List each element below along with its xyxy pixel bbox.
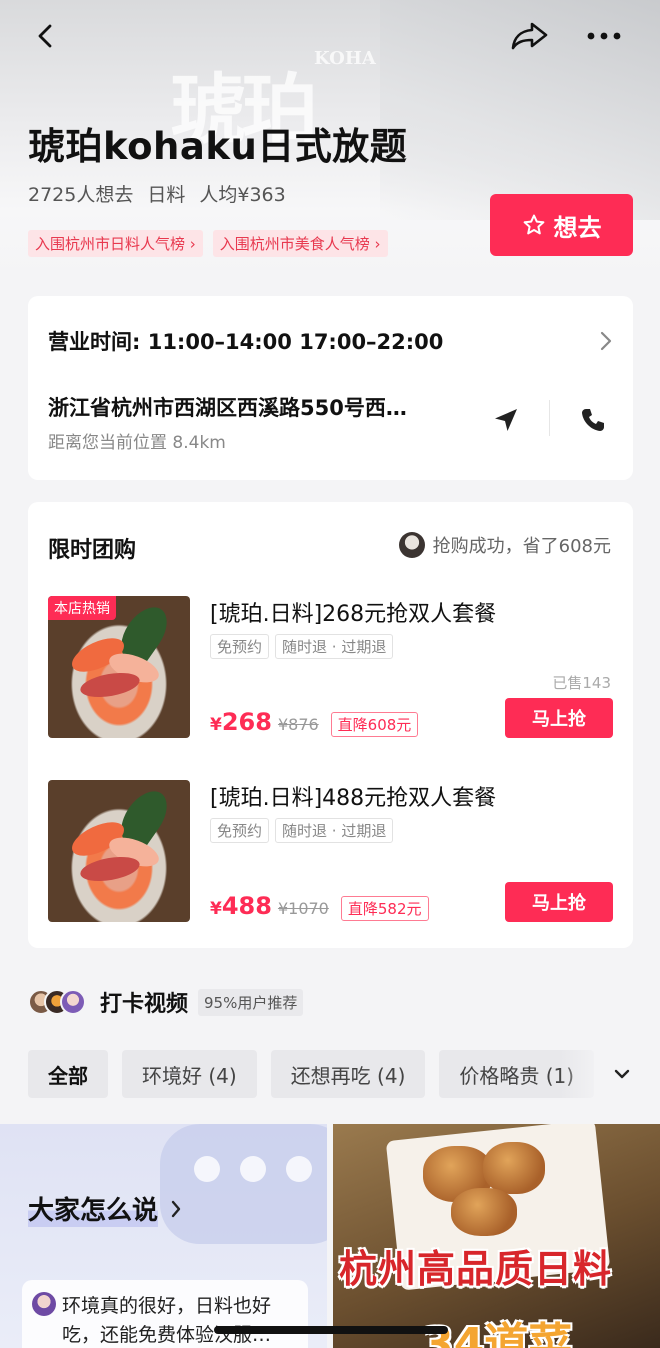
deal-tag: 免预约: [210, 818, 270, 843]
store-distance: 距离您当前位置 8.4km: [48, 433, 226, 453]
chevron-down-icon: [614, 1069, 630, 1079]
decoration-dot: [286, 1156, 312, 1182]
avatar: [60, 989, 86, 1015]
hot-badge: 本店热销: [48, 596, 116, 620]
store-address[interactable]: 浙江省杭州市西湖区西溪路550号西…: [48, 392, 458, 422]
avatar: [32, 1292, 56, 1316]
call-button[interactable]: [573, 400, 613, 440]
deal-tag: 随时退 · 过期退: [275, 818, 394, 843]
buy-now-button[interactable]: 马上抢: [505, 882, 613, 922]
business-hours-row[interactable]: 营业时间: 11:00–14:00 17:00–22:00: [48, 326, 613, 356]
people-say-link[interactable]: 大家怎么说: [28, 1190, 182, 1227]
group-buy-card: 限时团购 抢购成功，省了608元 本店热销 [琥珀.日料]268元抢双人套餐 免…: [28, 502, 633, 948]
home-indicator: [214, 1326, 448, 1334]
shop-title: 琥珀kohaku日式放题: [28, 125, 408, 168]
want-button[interactable]: 想去: [490, 194, 633, 256]
deal-image: 本店热销: [48, 596, 190, 738]
chat-bubble-decoration: [160, 1124, 327, 1244]
filter-chips: 全部 环境好 (4) 还想再吃 (4) 价格略贵 (1): [28, 1050, 606, 1098]
deal-tags: 免预约 随时退 · 过期退: [210, 634, 394, 659]
group-buy-title: 限时团购: [48, 538, 137, 563]
chevron-right-icon: [171, 1200, 181, 1217]
filter-all[interactable]: 全部: [28, 1050, 108, 1098]
original-price: ¥1070: [277, 899, 329, 918]
video-tile[interactable]: 杭州高品质日料 34道菜: [333, 1124, 660, 1348]
deal-image: [48, 780, 190, 922]
navigate-button[interactable]: [486, 400, 526, 440]
deal-item[interactable]: 本店热销 [琥珀.日料]268元抢双人套餐 免预约 随时退 · 过期退 已售14…: [48, 596, 613, 740]
video-caption: 杭州高品质日料: [339, 1247, 613, 1291]
want-label: 想去: [553, 213, 602, 242]
avatar: [398, 532, 425, 558]
back-button[interactable]: [24, 14, 68, 58]
group-buy-note: 抢购成功，省了608元: [398, 532, 611, 558]
star-icon: [523, 214, 544, 235]
savings-text: 抢购成功，省了608元: [432, 536, 611, 557]
navigation-arrow-icon: [495, 409, 517, 431]
reviews-tile[interactable]: 大家怎么说 环境真的很好，日料也好吃，还能免费体验汉服…: [0, 1124, 327, 1348]
review-snippet[interactable]: 环境真的很好，日料也好吃，还能免费体验汉服…: [22, 1280, 308, 1348]
deal-title: [琥珀.日料]488元抢双人套餐: [210, 786, 497, 811]
divider: [549, 400, 550, 436]
recommend-badge: 95%用户推荐: [198, 988, 304, 1016]
deal-price: ¥488: [210, 892, 272, 920]
share-icon: [511, 22, 548, 50]
discount-badge: 直降582元: [340, 896, 429, 921]
filter-eat-again[interactable]: 还想再吃 (4): [270, 1050, 426, 1098]
more-icon: [587, 32, 621, 40]
chevron-right-icon: [600, 331, 612, 351]
business-hours: 营业时间: 11:00–14:00 17:00–22:00: [48, 330, 444, 354]
deal-tag: 随时退 · 过期退: [275, 634, 394, 659]
deal-tag: 免预约: [210, 634, 270, 659]
shop-header: 琥珀KOHA 琥珀kohaku日式放题 2725人想去 日料 人均¥363 入围…: [0, 0, 660, 280]
rank-tags: 入围杭州市日料人气榜 › 入围杭州市美食人气榜 ›: [28, 230, 388, 257]
people-say-title: 大家怎么说: [28, 1190, 159, 1227]
deal-item[interactable]: [琥珀.日料]488元抢双人套餐 免预约 随时退 · 过期退 ¥488 ¥107…: [48, 780, 613, 924]
price-row: ¥488 ¥1070 直降582元: [210, 892, 429, 921]
avg-price: 人均¥363: [199, 184, 286, 206]
decoration-dot: [240, 1156, 266, 1182]
price-row: ¥268 ¥876 直降608元: [210, 708, 419, 737]
cuisine-type: 日料: [147, 184, 186, 206]
review-text: 环境真的很好，日料也好吃，还能免费体验汉服…: [62, 1295, 272, 1346]
discount-badge: 直降608元: [330, 712, 419, 737]
want-count: 2725人想去: [28, 184, 134, 206]
avatar-stack: [28, 989, 86, 1015]
checkin-header: 打卡视频 95%用户推荐: [28, 986, 304, 1018]
checkin-title: 打卡视频: [100, 992, 189, 1017]
decoration-dot: [194, 1156, 220, 1182]
deal-price: ¥268: [210, 708, 272, 736]
back-arrow-icon: [38, 24, 52, 48]
rank-tag-food[interactable]: 入围杭州市美食人气榜 ›: [212, 230, 388, 257]
share-button[interactable]: [508, 14, 552, 58]
shop-meta: 2725人想去 日料 人均¥363: [28, 180, 286, 207]
chip-fade: [560, 1050, 606, 1098]
deal-tags: 免预约 随时退 · 过期退: [210, 818, 394, 843]
rank-tag-japanese[interactable]: 入围杭州市日料人气榜 ›: [28, 230, 203, 257]
buy-now-button[interactable]: 马上抢: [505, 698, 613, 738]
filter-expand-button[interactable]: [606, 1058, 638, 1090]
original-price: ¥876: [277, 715, 319, 734]
deal-title: [琥珀.日料]268元抢双人套餐: [210, 602, 497, 627]
filter-ambience[interactable]: 环境好 (4): [122, 1050, 257, 1098]
more-button[interactable]: [582, 14, 626, 58]
phone-icon: [582, 409, 604, 431]
sold-count: 已售143: [552, 674, 611, 692]
store-info-card: 营业时间: 11:00–14:00 17:00–22:00 浙江省杭州市西湖区西…: [28, 296, 633, 480]
